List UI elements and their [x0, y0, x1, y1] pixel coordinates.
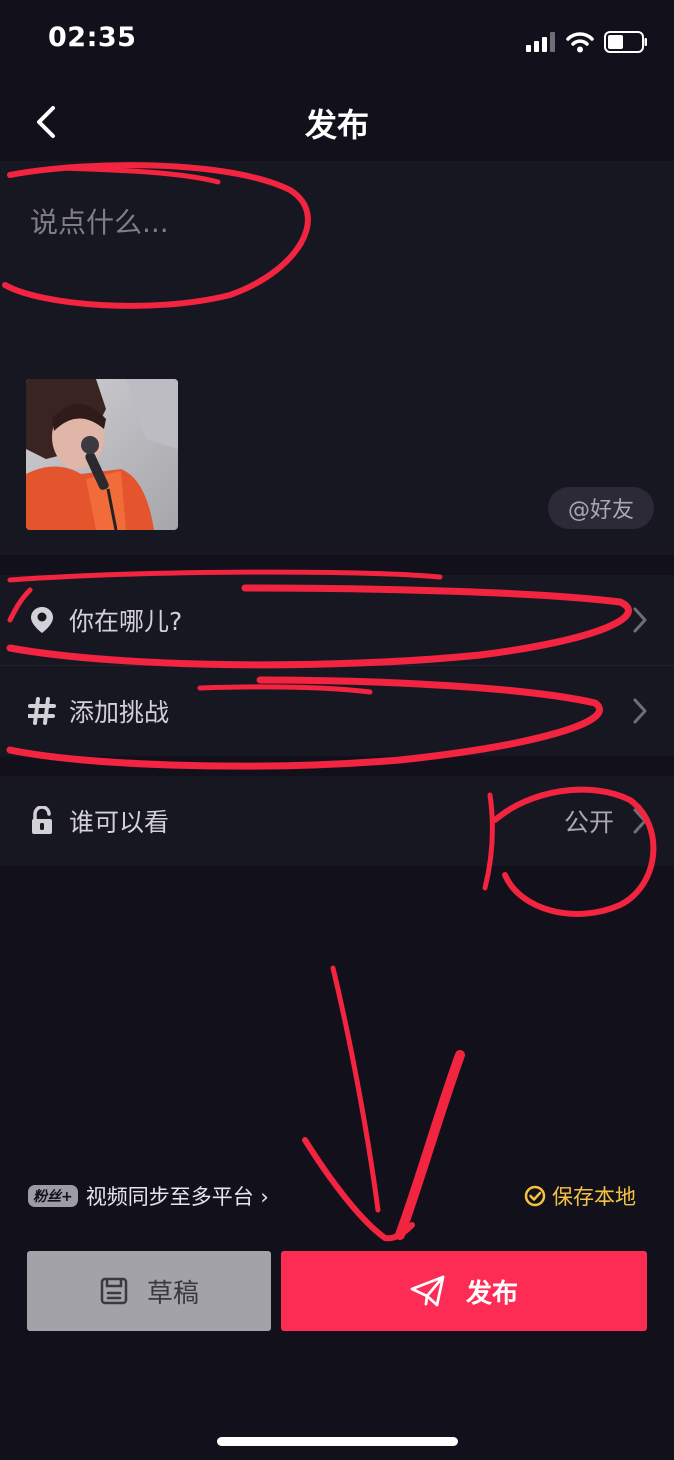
multi-platform-sync-link[interactable]: 粉丝+ 视频同步至多平台 ›	[28, 1180, 269, 1212]
draft-button[interactable]: 草稿	[27, 1251, 271, 1331]
challenge-label: 添加挑战	[69, 698, 170, 727]
privacy-row[interactable]: 谁可以看 公开	[0, 776, 674, 866]
caption-input[interactable]	[28, 191, 632, 253]
status-icons	[526, 26, 648, 58]
wifi-icon	[566, 32, 594, 53]
chevron-right-icon	[628, 605, 652, 635]
save-local-toggle[interactable]: 保存本地	[524, 1180, 636, 1212]
page-title: 发布	[304, 106, 369, 144]
location-label: 你在哪儿?	[69, 607, 183, 636]
draft-label: 草稿	[146, 1278, 199, 1309]
fans-plus-badge: 粉丝+	[28, 1185, 78, 1207]
save-local-label: 保存本地	[552, 1185, 636, 1209]
hashtag-icon	[27, 696, 57, 726]
mention-friends-button[interactable]: @好友	[548, 487, 654, 529]
video-thumbnail[interactable]	[26, 379, 178, 530]
paper-plane-icon	[410, 1275, 445, 1307]
publish-button[interactable]: 发布	[281, 1251, 647, 1331]
chevron-right-icon	[628, 696, 652, 726]
unlock-icon	[27, 806, 57, 836]
publish-label: 发布	[465, 1278, 518, 1309]
location-row[interactable]: 你在哪儿?	[0, 575, 674, 665]
signal-icon	[526, 32, 555, 52]
status-time: 02:35	[48, 22, 137, 53]
check-circle-icon	[524, 1185, 546, 1207]
challenge-row[interactable]: 添加挑战	[0, 666, 674, 756]
battery-icon	[604, 31, 647, 53]
home-indicator[interactable]	[217, 1437, 458, 1446]
sync-label: 视频同步至多平台 ›	[85, 1185, 269, 1209]
chevron-right-icon	[628, 806, 652, 836]
caption-panel: @好友	[0, 161, 674, 555]
privacy-label: 谁可以看	[69, 808, 170, 837]
location-pin-icon	[27, 605, 57, 635]
draft-icon	[100, 1277, 128, 1305]
thumbnail-image	[26, 379, 178, 530]
privacy-value: 公开	[563, 808, 614, 837]
